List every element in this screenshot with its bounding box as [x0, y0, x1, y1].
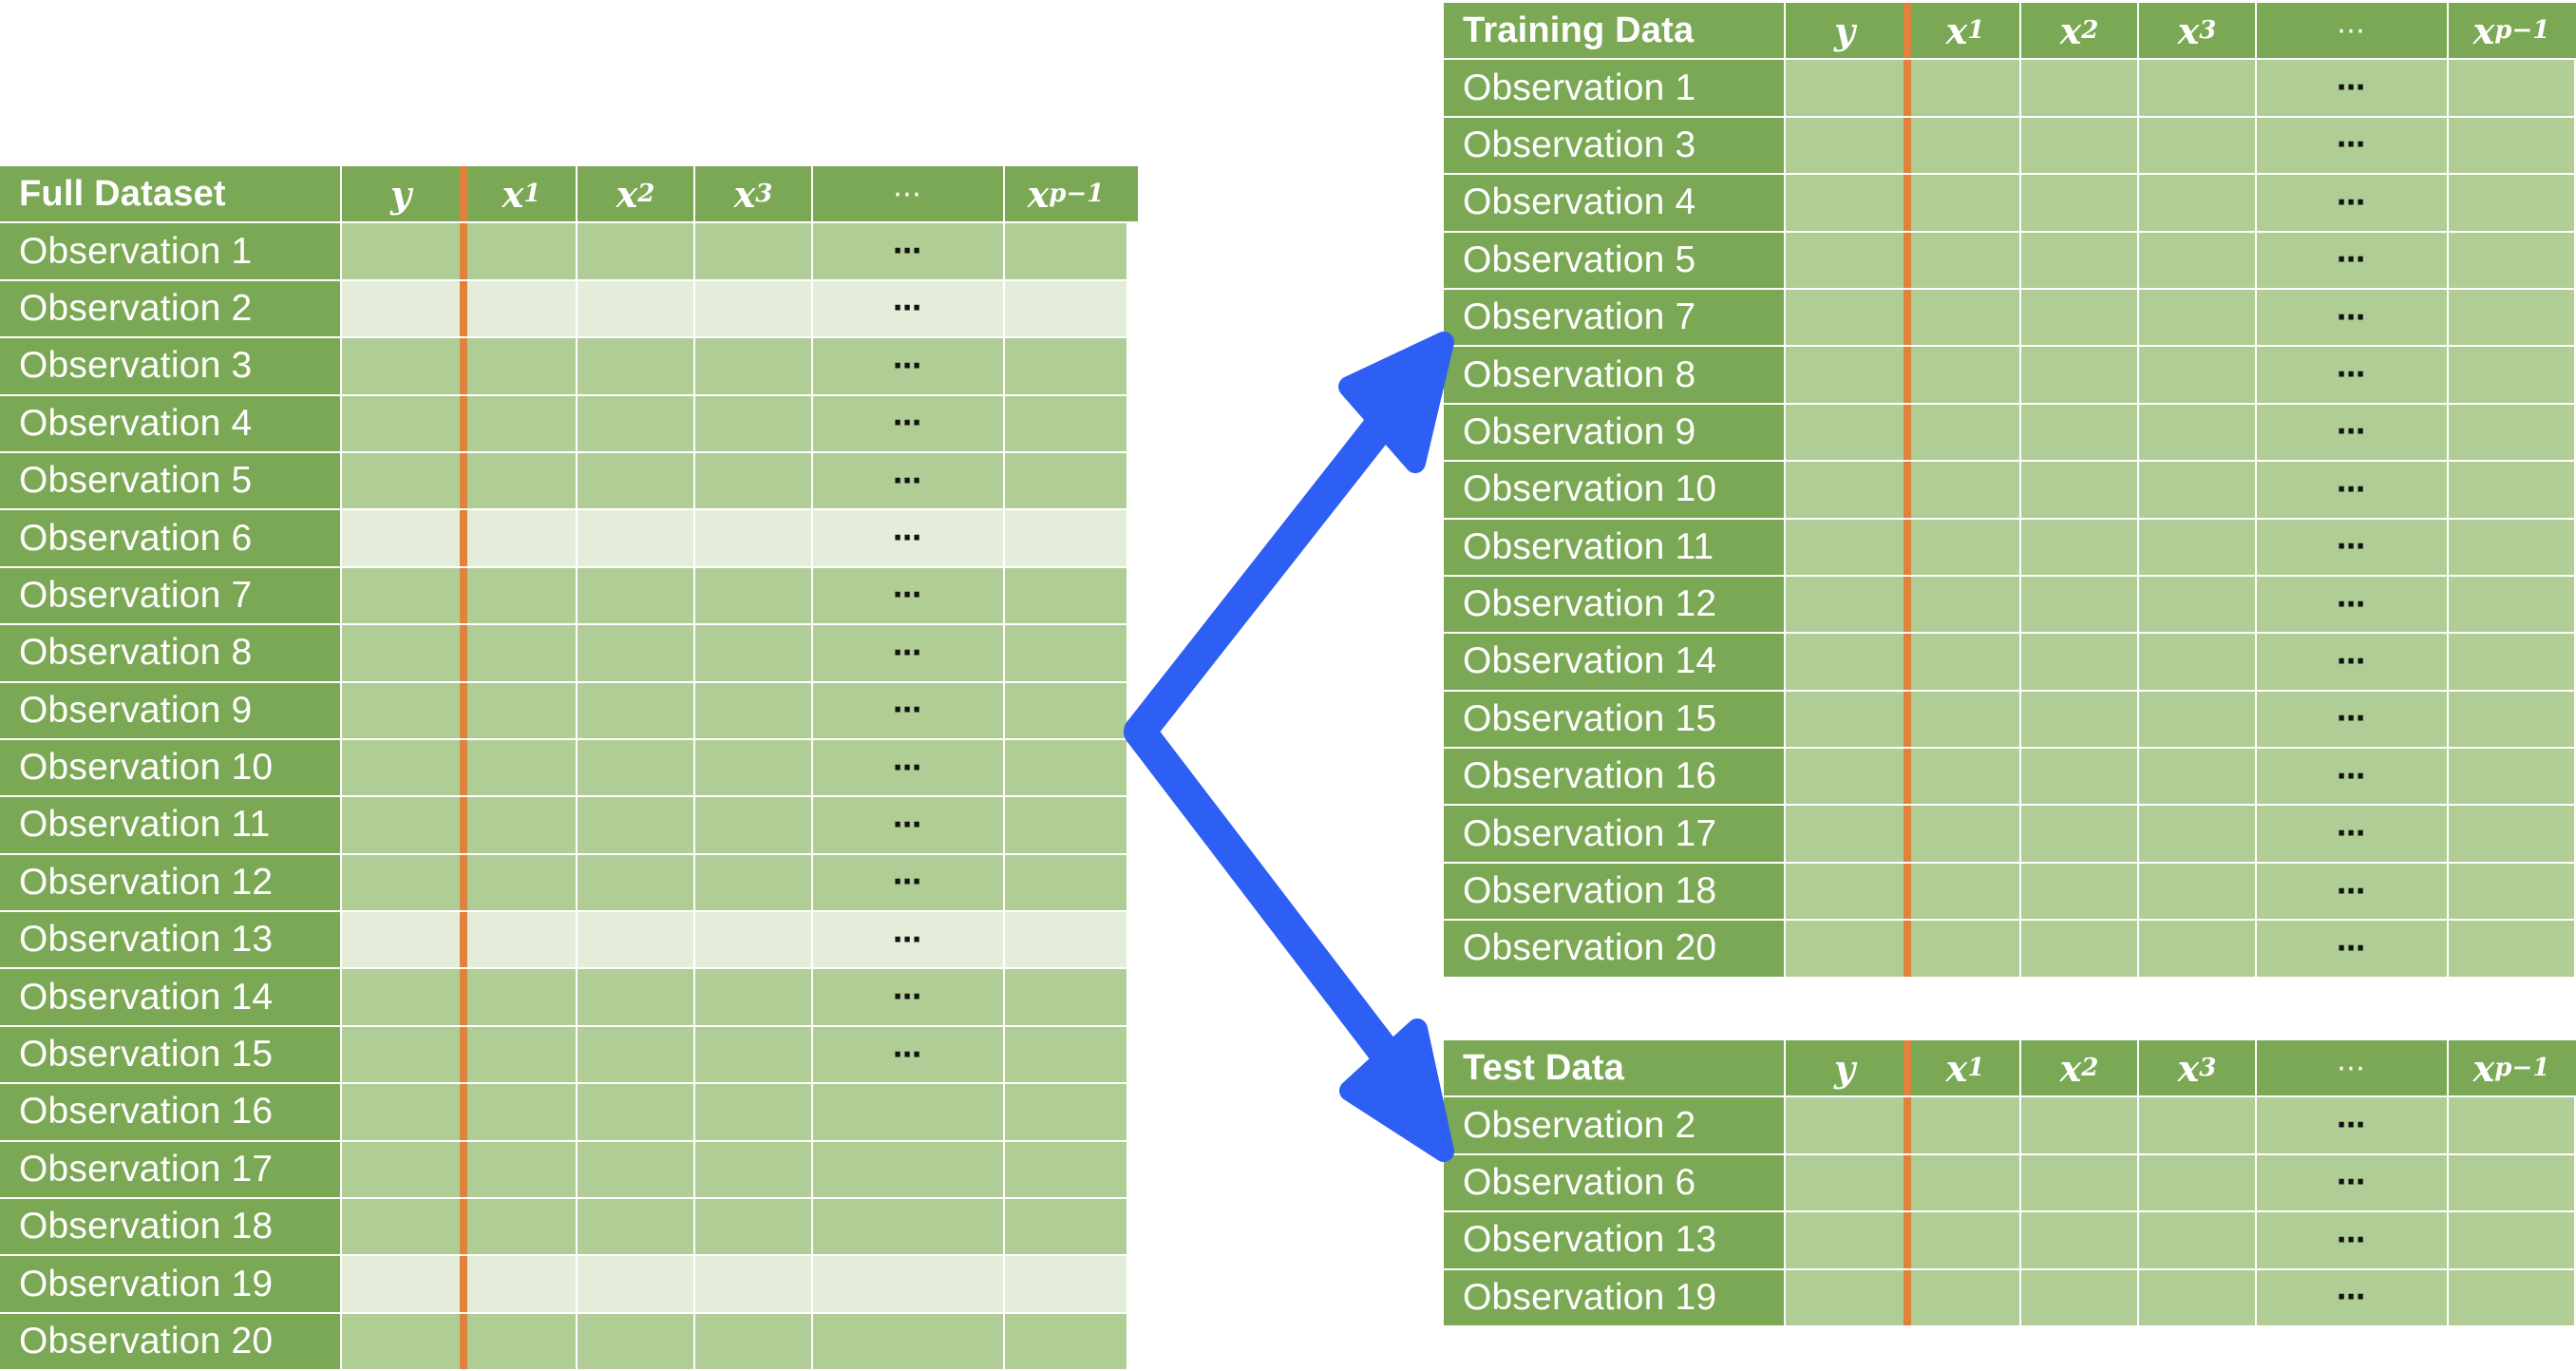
arrow-to-training: [1124, 332, 1454, 748]
arrow-to-test: [1124, 715, 1454, 1162]
split-arrows: [1124, 332, 1454, 1162]
